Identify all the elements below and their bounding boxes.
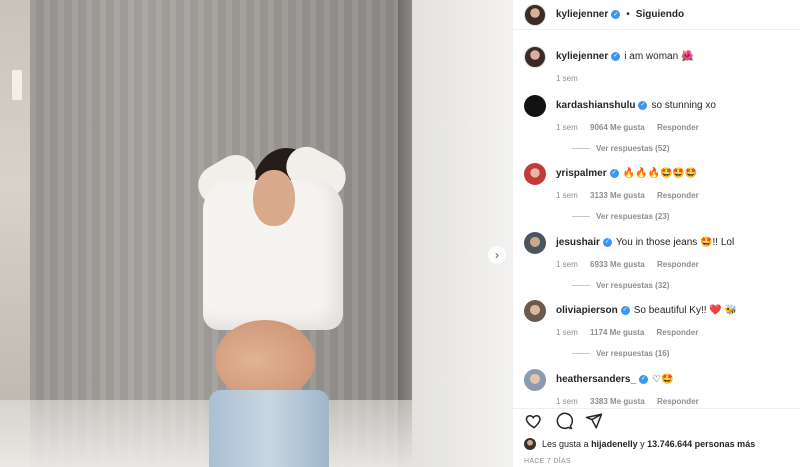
reply-button[interactable]: Responder — [657, 260, 699, 269]
comment-username[interactable]: yrispalmer — [556, 168, 607, 179]
avatar[interactable] — [524, 3, 546, 26]
separator-dot: • — [626, 9, 630, 20]
chevron-right-icon: › — [495, 248, 499, 262]
caption-meta: 1 sem — [556, 74, 588, 83]
comment-text: So beautiful Ky!! ❤️ 🐝 — [633, 305, 737, 316]
verified-badge-icon: ✓ — [639, 374, 649, 384]
avatar[interactable] — [524, 232, 546, 254]
comment-username[interactable]: heathersanders_ — [556, 374, 636, 385]
verified-badge-icon: ✓ — [638, 100, 648, 110]
caption-line: kyliejenner ✓ i am woman 🌺 — [556, 51, 693, 62]
comment-text: You in those jeans 🤩!! Lol — [615, 237, 735, 248]
heart-icon-svg — [525, 414, 541, 429]
reply-button[interactable]: Responder — [657, 397, 699, 406]
comment-age: 1 sem — [556, 191, 578, 200]
comment-icon[interactable] — [554, 411, 574, 431]
reply-button[interactable]: Responder — [657, 191, 699, 200]
comment-age: 1 sem — [556, 123, 578, 132]
comment-meta: 1 sem 6933 Me gusta Responder — [556, 260, 709, 269]
comment-text: so stunning xo — [651, 100, 716, 111]
comment-age: 1 sem — [556, 260, 578, 269]
share-icon-svg — [585, 413, 603, 428]
caption-username[interactable]: kyliejenner — [556, 51, 608, 62]
comment-line: heathersanders_ ✓ ♡🤩 — [556, 374, 673, 385]
comment-meta: 1 sem 3133 Me gusta Responder — [556, 191, 709, 200]
author-username[interactable]: kyliejenner — [556, 9, 608, 20]
likes-prefix: Les gusta a — [542, 439, 589, 449]
caption-text: i am woman 🌺 — [624, 51, 694, 62]
following-button[interactable]: Siguiendo — [636, 9, 684, 20]
photo-subject — [191, 139, 355, 467]
comment-text: 🔥🔥🔥🤩🤩🤩 — [622, 168, 698, 179]
comment-line: yrispalmer ✓ 🔥🔥🔥🤩🤩🤩 — [556, 168, 697, 179]
view-replies-button[interactable]: Ver respuestas (16) — [572, 349, 669, 358]
photo-curtain-edge — [398, 0, 412, 467]
comment-meta: 1 sem 9064 Me gusta Responder — [556, 123, 709, 132]
likes-summary[interactable]: Les gusta a hijadenelly y 13.746.644 per… — [524, 438, 755, 450]
share-icon[interactable] — [584, 411, 604, 431]
comment-age: 1 sem — [556, 328, 578, 337]
comment-line: oliviapierson ✓ So beautiful Ky!! ❤️ 🐝 — [556, 305, 737, 316]
comment-username[interactable]: kardashianshulu — [556, 100, 635, 111]
photo-wall — [412, 0, 512, 467]
verified-badge-icon: ✓ — [620, 305, 630, 315]
post-photo[interactable] — [0, 0, 512, 467]
comment-likes[interactable]: 3383 Me gusta — [590, 397, 645, 406]
avatar — [524, 438, 536, 450]
avatar[interactable] — [524, 95, 546, 117]
comment-username[interactable]: jesushair — [556, 237, 600, 248]
reply-button[interactable]: Responder — [657, 328, 699, 337]
comment-line: jesushair ✓ You in those jeans 🤩!! Lol — [556, 237, 734, 248]
verified-badge-icon: ✓ — [611, 51, 621, 61]
subject-jeans — [209, 390, 329, 467]
comment-likes[interactable]: 3133 Me gusta — [590, 191, 645, 200]
comment-meta: 1 sem 1174 Me gusta Responder — [556, 328, 708, 337]
lamp — [12, 70, 22, 100]
verified-badge-icon: ✓ — [609, 168, 619, 178]
comment-icon-svg — [556, 412, 573, 429]
subject-belly — [215, 320, 315, 400]
avatar[interactable] — [524, 163, 546, 185]
caption-age: 1 sem — [556, 74, 578, 83]
view-replies-button[interactable]: Ver respuestas (32) — [572, 281, 669, 290]
likes-middle: y — [640, 439, 645, 449]
comment-meta: 1 sem 3383 Me gusta Responder — [556, 397, 709, 406]
avatar[interactable] — [524, 369, 546, 391]
avatar[interactable] — [524, 300, 546, 322]
comment-likes[interactable]: 6933 Me gusta — [590, 260, 645, 269]
post-header: kyliejenner ✓ • Siguiendo — [513, 0, 800, 30]
post-sidebar: kyliejenner ✓ • Siguiendo kyliejenner ✓ i … — [512, 0, 800, 467]
comments-list: kyliejenner ✓ i am woman 🌺 1 sem kardashia… — [513, 38, 800, 406]
view-replies-button[interactable]: Ver respuestas (23) — [572, 212, 669, 221]
view-replies-button[interactable]: Ver respuestas (52) — [572, 144, 669, 153]
comment-likes[interactable]: 1174 Me gusta — [590, 328, 644, 337]
verified-badge-icon: ✓ — [611, 10, 621, 19]
comment-text: ♡🤩 — [652, 374, 674, 385]
post-actions — [513, 408, 800, 432]
likes-user[interactable]: hijadenelly — [591, 439, 638, 449]
comment-username[interactable]: oliviapierson — [556, 305, 618, 316]
avatar[interactable] — [524, 46, 546, 68]
comment-likes[interactable]: 9064 Me gusta — [590, 123, 645, 132]
comment-age: 1 sem — [556, 397, 578, 406]
post-timestamp: HACE 7 DÍAS — [524, 458, 571, 465]
subject-face — [253, 170, 295, 226]
comment-line: kardashianshulu ✓ so stunning xo — [556, 100, 716, 111]
reply-button[interactable]: Responder — [657, 123, 699, 132]
heart-icon[interactable] — [524, 411, 544, 431]
next-photo-button[interactable]: › — [488, 246, 506, 264]
likes-count[interactable]: 13.746.644 personas más — [647, 439, 755, 449]
verified-badge-icon: ✓ — [602, 237, 612, 247]
